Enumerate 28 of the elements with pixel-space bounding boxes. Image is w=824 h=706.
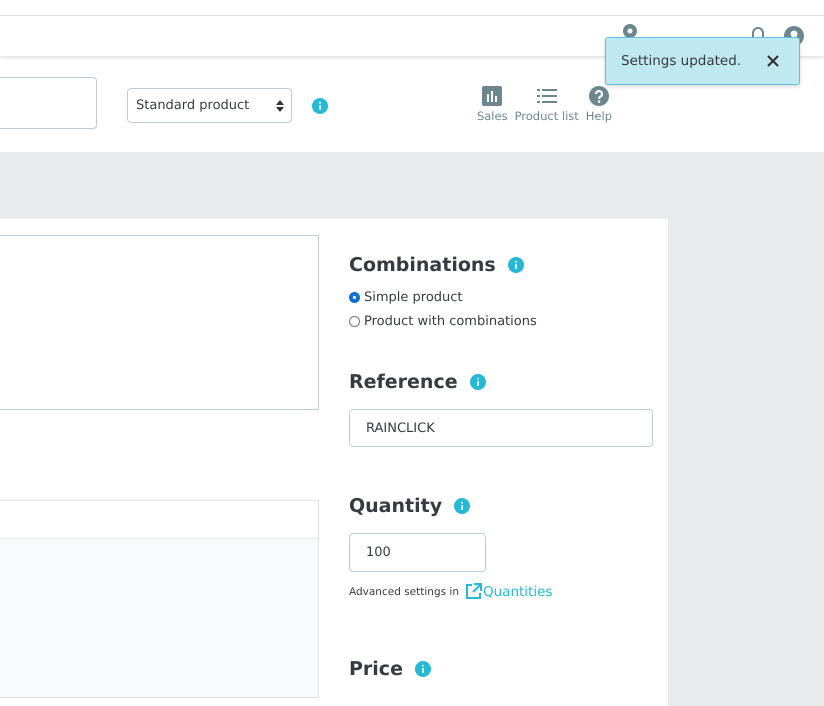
toast-message: Settings updated.: [621, 53, 742, 69]
product-type-select[interactable]: Standard product: [127, 88, 292, 123]
radio-button[interactable]: [349, 292, 360, 303]
section-heading: Reference: [349, 371, 458, 393]
toolbar-action[interactable]: Product list: [514, 86, 579, 123]
help-icon: [588, 86, 609, 106]
reference-field[interactable]: RAINCLICK: [349, 409, 653, 447]
toolbar-action[interactable]: Sales: [476, 86, 508, 123]
sort-icon: [276, 100, 284, 112]
info-icon[interactable]: [454, 498, 470, 514]
list-icon: [536, 86, 557, 106]
external-link-icon: [464, 583, 482, 600]
section-heading: Quantity: [349, 495, 442, 517]
quantity-field[interactable]: 100: [349, 533, 486, 572]
help-text: Advanced settings in: [349, 586, 459, 598]
info-icon[interactable]: [312, 98, 328, 114]
radio-option[interactable]: Simple product: [349, 290, 668, 305]
radio-button[interactable]: [349, 316, 360, 327]
chart-icon: [482, 86, 502, 106]
info-icon[interactable]: [508, 257, 524, 273]
info-icon[interactable]: [414, 661, 431, 677]
info-icon[interactable]: [470, 374, 486, 390]
section-heading: Price: [349, 658, 403, 680]
toolbar-action[interactable]: Help: [586, 86, 612, 123]
name-field[interactable]: [0, 77, 97, 129]
section-heading: Combinations: [349, 254, 496, 276]
close-icon[interactable]: [767, 55, 779, 67]
radio-option[interactable]: Product with combinations: [349, 314, 668, 329]
